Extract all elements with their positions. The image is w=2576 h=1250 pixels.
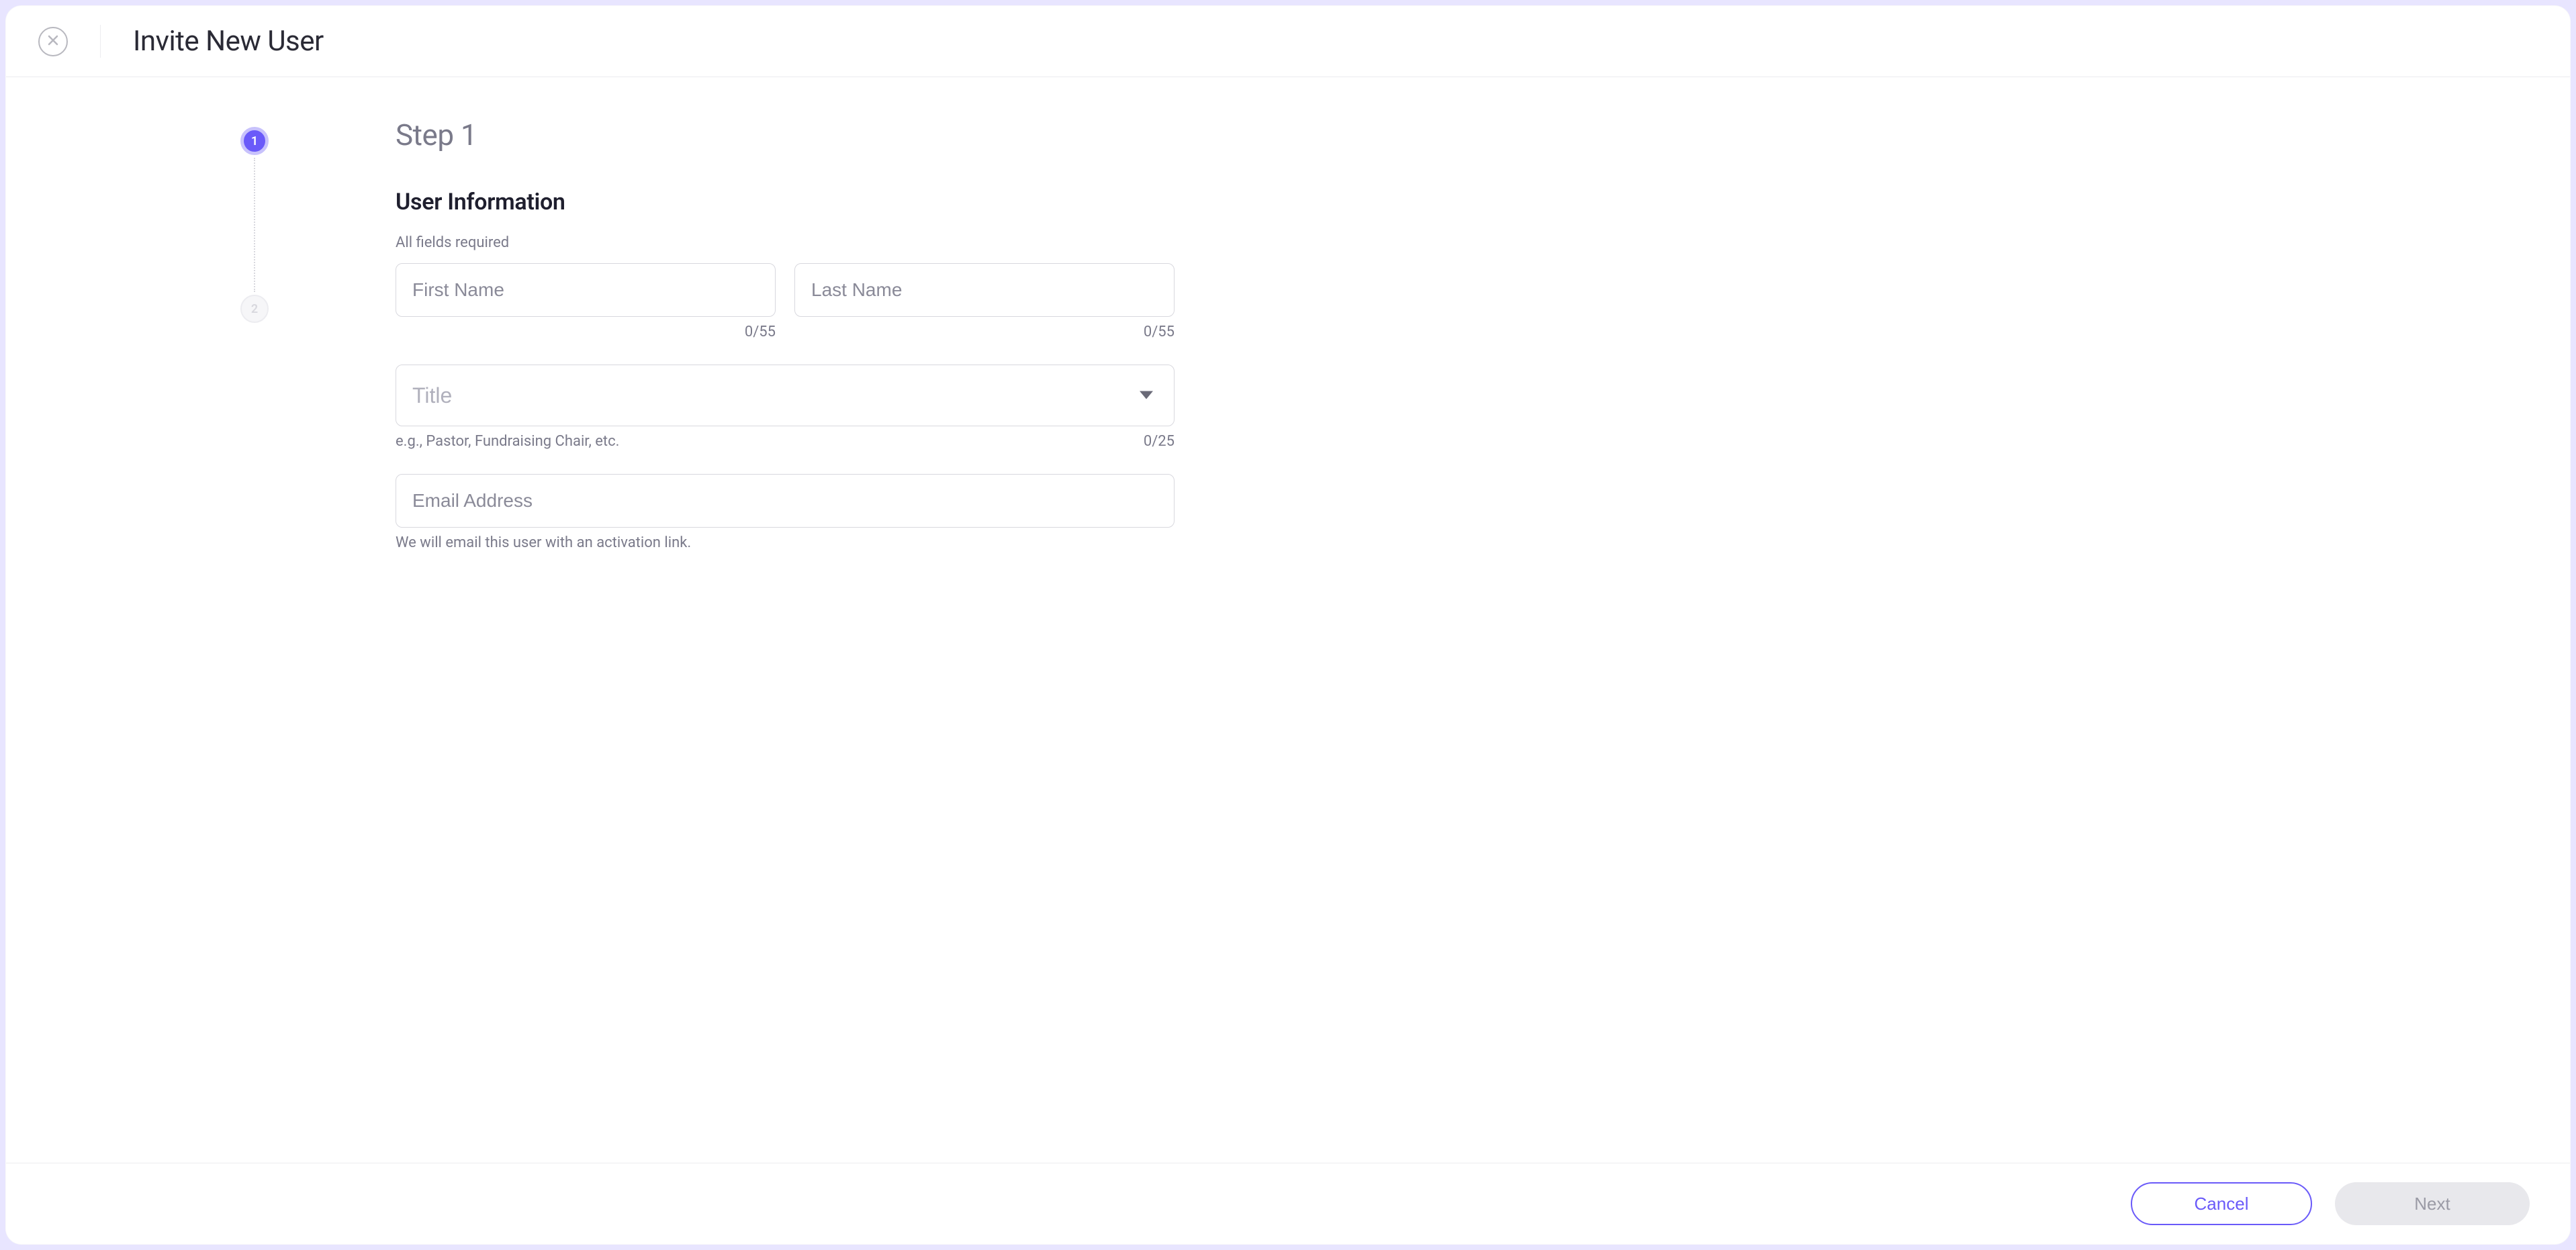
title-helper: e.g., Pastor, Fundraising Chair, etc. (396, 433, 619, 450)
last-name-group: 0/55 (794, 263, 1175, 340)
last-name-helper-row: 0/55 (794, 324, 1175, 340)
email-helper-row: We will email this user with an activati… (396, 534, 1175, 551)
title-group: Title e.g., Pastor, Fundraising Chair, e… (396, 365, 1175, 450)
stepper: 1 2 (6, 117, 369, 1163)
title-helper-row: e.g., Pastor, Fundraising Chair, etc. 0/… (396, 433, 1175, 450)
first-name-helper-row: 0/55 (396, 324, 776, 340)
email-input[interactable] (396, 474, 1175, 528)
header-divider (100, 25, 101, 58)
step-1-indicator: 1 (240, 127, 269, 155)
email-group: We will email this user with an activati… (396, 474, 1175, 551)
first-name-group: 0/55 (396, 263, 776, 340)
title-select-wrapper: Title (396, 365, 1175, 426)
required-note: All fields required (396, 234, 1175, 251)
last-name-counter: 0/55 (1144, 324, 1175, 340)
invite-user-modal: Invite New User 1 2 Step 1 User Informat… (5, 5, 2571, 1245)
close-icon (46, 34, 60, 49)
modal-body: 1 2 Step 1 User Information All fields r… (6, 77, 2570, 1163)
form-area: Step 1 User Information All fields requi… (369, 117, 1201, 1163)
modal-header: Invite New User (6, 6, 2570, 77)
next-button[interactable]: Next (2335, 1182, 2530, 1225)
last-name-input[interactable] (794, 263, 1175, 317)
section-title: User Information (396, 189, 1175, 215)
email-helper: We will email this user with an activati… (396, 534, 691, 551)
modal-footer: Cancel Next (6, 1163, 2570, 1244)
first-name-input[interactable] (396, 263, 776, 317)
close-button[interactable] (38, 27, 68, 56)
first-name-counter: 0/55 (745, 324, 776, 340)
title-select[interactable]: Title (396, 365, 1175, 426)
title-row: Title e.g., Pastor, Fundraising Chair, e… (396, 365, 1175, 450)
step-2-indicator: 2 (240, 295, 269, 323)
cancel-button[interactable]: Cancel (2131, 1182, 2312, 1225)
email-row: We will email this user with an activati… (396, 474, 1175, 551)
step-connector (254, 158, 255, 292)
title-counter: 0/25 (1144, 433, 1175, 450)
modal-title: Invite New User (133, 25, 324, 58)
step-title: Step 1 (396, 117, 1175, 152)
name-row: 0/55 0/55 (396, 263, 1175, 340)
